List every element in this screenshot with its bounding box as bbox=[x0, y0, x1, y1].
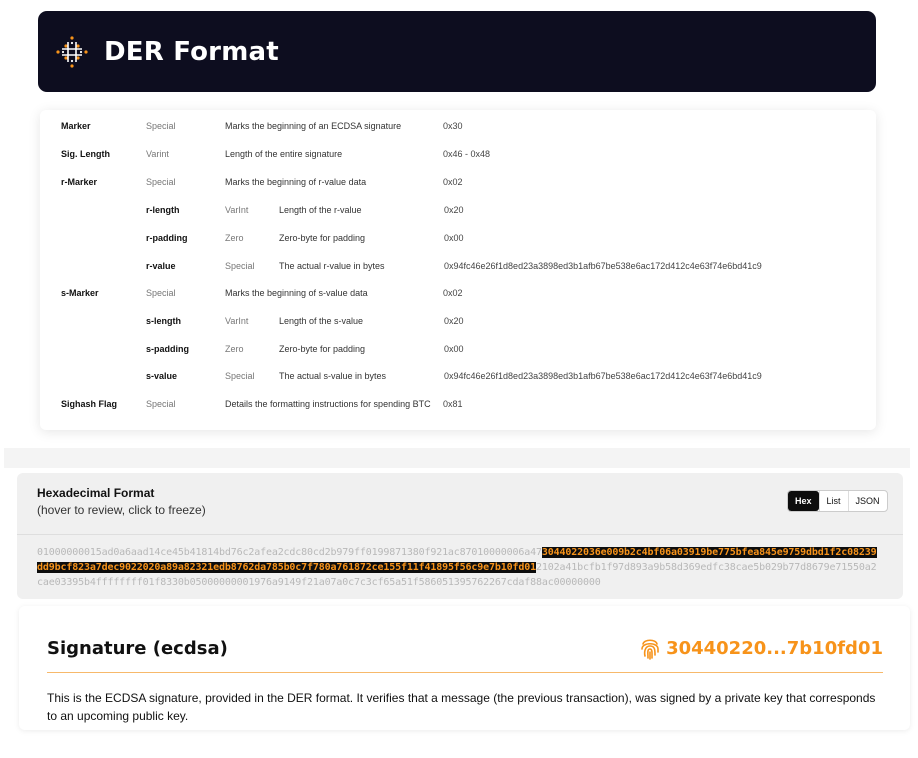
field-type: Varint bbox=[146, 149, 169, 159]
table-row[interactable]: r-Marker Special Marks the beginning of … bbox=[40, 172, 876, 192]
hex-panel: Hexadecimal Format (hover to review, cli… bbox=[17, 473, 903, 599]
toggle-json-button[interactable]: JSON bbox=[847, 491, 887, 511]
field-description: Length of the s-value bbox=[279, 316, 364, 326]
field-description: Details the formatting instructions for … bbox=[225, 399, 431, 409]
raw-transaction-hex[interactable]: 01000000015ad0a6aad14ce45b41814bd76c2afe… bbox=[37, 545, 881, 590]
field-value: 0x02 bbox=[443, 177, 463, 187]
field-type: Special bbox=[146, 288, 176, 298]
field-name: s-padding bbox=[146, 344, 189, 354]
table-row[interactable]: r-length VarInt Length of the r-value 0x… bbox=[40, 200, 876, 220]
field-description: Length of the entire signature bbox=[225, 149, 343, 159]
hex-panel-tab-strip bbox=[4, 448, 910, 468]
field-type: Special bbox=[146, 399, 176, 409]
field-name: Sig. Length bbox=[61, 149, 110, 159]
table-row[interactable]: s-Marker Special Marks the beginning of … bbox=[40, 283, 876, 303]
field-value: 0x00 bbox=[444, 233, 464, 243]
field-type: Special bbox=[146, 177, 176, 187]
field-type: VarInt bbox=[225, 316, 249, 326]
hex-segment-before[interactable]: 01000000015ad0a6aad14ce45b41814bd76c2afe… bbox=[37, 547, 542, 558]
field-value: 0x20 bbox=[444, 205, 464, 215]
format-toggle: Hex List JSON bbox=[787, 490, 888, 512]
field-name: Sighash Flag bbox=[61, 399, 118, 409]
fingerprint-icon bbox=[641, 639, 659, 660]
field-name: r-length bbox=[146, 205, 180, 215]
field-value: 0x94fc46e26f1d8ed23a3898ed3b1afb67be538e… bbox=[444, 371, 762, 381]
field-type: Special bbox=[225, 261, 255, 271]
field-description: The actual s-value in bytes bbox=[279, 371, 387, 381]
divider bbox=[47, 672, 883, 673]
divider bbox=[17, 534, 903, 535]
signature-title: Signature (ecdsa) bbox=[47, 638, 228, 659]
field-value: 0x30 bbox=[443, 121, 463, 131]
signature-value[interactable]: 30440220...7b10fd01 bbox=[640, 636, 883, 660]
field-description: Marks the beginning of r-value data bbox=[225, 177, 367, 187]
table-row[interactable]: Marker Special Marks the beginning of an… bbox=[40, 116, 876, 136]
hex-panel-title: Hexadecimal Format bbox=[37, 486, 155, 500]
field-description: Length of the r-value bbox=[279, 205, 362, 215]
table-row[interactable]: s-value Special The actual s-value in by… bbox=[40, 366, 876, 386]
table-row[interactable]: s-padding Zero Zero-byte for padding 0x0… bbox=[40, 339, 876, 359]
field-description: Zero-byte for padding bbox=[279, 233, 366, 243]
toggle-list-button[interactable]: List bbox=[818, 491, 848, 511]
field-name: r-padding bbox=[146, 233, 188, 243]
network-logo-icon bbox=[56, 35, 88, 68]
field-value: 0x46 - 0x48 bbox=[443, 149, 491, 159]
page-header: DER Format bbox=[38, 11, 876, 92]
field-type: VarInt bbox=[225, 205, 249, 215]
signature-description: This is the ECDSA signature, provided in… bbox=[47, 691, 876, 723]
field-value: 0x94fc46e26f1d8ed23a3898ed3b1afb67be538e… bbox=[444, 261, 762, 271]
hex-segment-signature-cont[interactable]: 1edb8762da785b0c7f780a761872ce155f11f418… bbox=[207, 562, 536, 573]
field-name: s-length bbox=[146, 316, 181, 326]
page-title: DER Format bbox=[104, 36, 279, 67]
field-type: Zero bbox=[225, 233, 244, 243]
signature-value-text: 30440220...7b10fd01 bbox=[666, 637, 883, 659]
field-description: Marks the beginning of an ECDSA signatur… bbox=[225, 121, 402, 131]
field-type: Special bbox=[225, 371, 255, 381]
field-name: s-Marker bbox=[61, 288, 99, 298]
field-name: r-value bbox=[146, 261, 176, 271]
field-value: 0x20 bbox=[444, 316, 464, 326]
field-description: Zero-byte for padding bbox=[279, 344, 366, 354]
field-value: 0x00 bbox=[444, 344, 464, 354]
field-value: 0x81 bbox=[443, 399, 463, 409]
toggle-hex-button[interactable]: Hex bbox=[788, 491, 819, 511]
field-name: Marker bbox=[61, 121, 91, 131]
signature-detail-card: Signature (ecdsa) 30440220...7b10fd01 Th… bbox=[19, 606, 910, 730]
field-name: r-Marker bbox=[61, 177, 98, 187]
hex-panel-subtitle: (hover to review, click to freeze) bbox=[37, 503, 206, 517]
table-row[interactable]: r-value Special The actual r-value in by… bbox=[40, 256, 876, 276]
field-description: The actual r-value in bytes bbox=[279, 261, 385, 271]
der-fields-table: Marker Special Marks the beginning of an… bbox=[40, 110, 876, 430]
field-type: Special bbox=[146, 121, 176, 131]
table-row[interactable]: r-padding Zero Zero-byte for padding 0x0… bbox=[40, 228, 876, 248]
field-description: Marks the beginning of s-value data bbox=[225, 288, 368, 298]
field-value: 0x02 bbox=[443, 288, 463, 298]
field-type: Zero bbox=[225, 344, 244, 354]
table-row[interactable]: s-length VarInt Length of the s-value 0x… bbox=[40, 311, 876, 331]
table-row[interactable]: Sig. Length Varint Length of the entire … bbox=[40, 144, 876, 164]
field-name: s-value bbox=[146, 371, 178, 381]
table-row[interactable]: Sighash Flag Special Details the formatt… bbox=[40, 394, 876, 414]
